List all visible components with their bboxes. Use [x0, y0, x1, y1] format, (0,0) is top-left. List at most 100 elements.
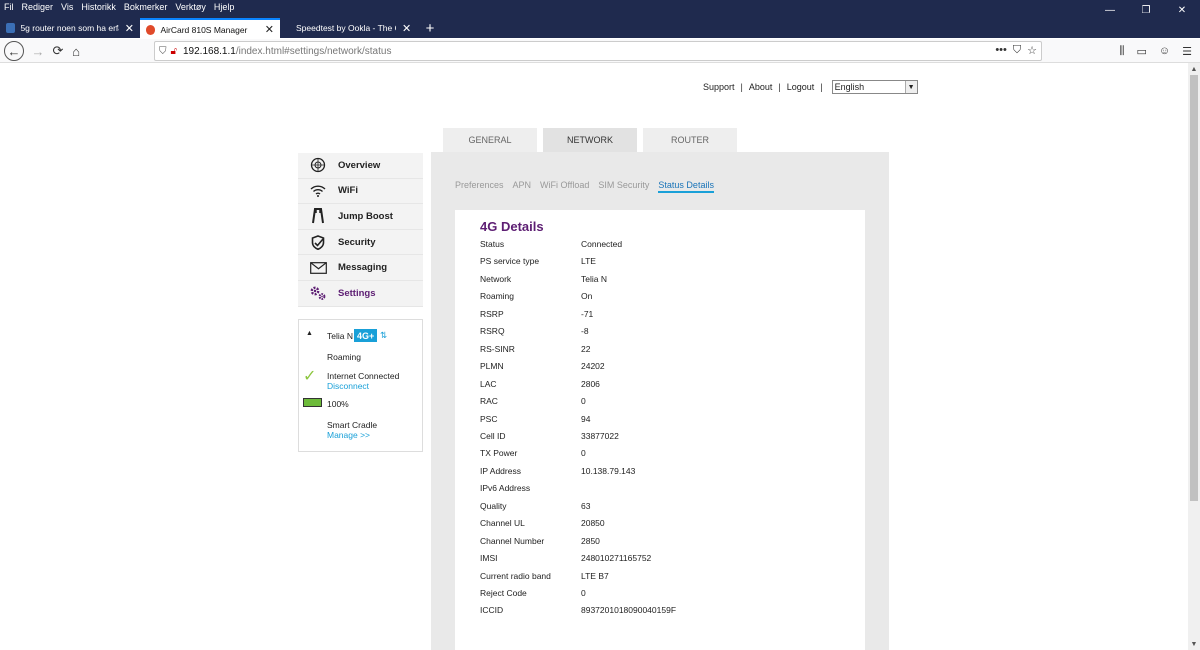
sidebar-toggle-icon[interactable]: ▭	[1136, 45, 1146, 58]
back-icon[interactable]: ←	[4, 41, 24, 61]
battery-level: 100%	[327, 399, 349, 409]
browser-tabs: 5g router noen som ha erfaring ✕ AirCard…	[0, 18, 440, 39]
table-row: Network Telia N	[480, 274, 607, 291]
gears-icon	[298, 285, 338, 301]
detail-key: Current radio band	[480, 570, 551, 581]
sidebar-item-messaging[interactable]: Messaging	[298, 255, 423, 281]
url-path: /index.html#settings/network/status	[235, 45, 392, 57]
menu-tools[interactable]: Verktøy	[175, 1, 206, 15]
restore-icon[interactable]: ❐	[1128, 0, 1164, 20]
tab-router[interactable]: ROUTER	[643, 128, 737, 152]
detail-value: 2806	[581, 378, 600, 389]
page-actions-icon[interactable]: •••	[995, 44, 1007, 57]
scroll-up-icon[interactable]: ▲	[1188, 63, 1200, 75]
page-scrollbar[interactable]: ▲ ▼	[1188, 63, 1200, 650]
new-tab-icon[interactable]: +	[420, 18, 440, 38]
sidebar-item-jump-boost[interactable]: Jump Boost	[298, 204, 423, 230]
detail-key: IP Address	[480, 465, 521, 476]
scroll-down-icon[interactable]: ▼	[1188, 638, 1200, 650]
sidebar-item-security[interactable]: Security	[298, 229, 423, 256]
sub-navigation: Preferences APN WiFi Offload SIM Securit…	[455, 180, 714, 193]
table-row: TX Power 0	[480, 448, 586, 465]
logout-link[interactable]: Logout	[787, 82, 815, 92]
detail-value: LTE	[581, 256, 596, 267]
subnav-preferences[interactable]: Preferences	[455, 180, 504, 193]
tab-label: Speedtest by Ookla - The Glob	[296, 23, 396, 33]
detail-key: RSRQ	[480, 326, 505, 337]
browser-tab-1[interactable]: 5g router noen som ha erfaring ✕	[0, 18, 140, 38]
menu-history[interactable]: Historikk	[81, 1, 116, 15]
menu-view[interactable]: Vis	[61, 1, 73, 15]
favicon-icon	[146, 24, 156, 35]
detail-key: PLMN	[480, 361, 504, 372]
close-window-icon[interactable]: ✕	[1164, 0, 1200, 20]
close-tab-icon[interactable]: ✕	[125, 22, 134, 35]
detail-key: Channel UL	[480, 518, 525, 529]
tab-label: 5g router noen som ha erfaring	[20, 23, 119, 33]
reload-icon[interactable]: ⟳	[48, 41, 68, 61]
tab-general[interactable]: GENERAL	[443, 128, 537, 152]
table-row: IP Address 10.138.79.143	[480, 466, 635, 483]
detail-value: 94	[581, 413, 591, 424]
detail-value: -8	[581, 326, 589, 337]
sidebar: Overview WiFi Jump Boost Security Messag…	[298, 153, 423, 307]
subnav-apn[interactable]: APN	[513, 180, 532, 193]
sidebar-item-settings[interactable]: Settings	[298, 280, 423, 307]
table-row: LAC 2806	[480, 379, 600, 396]
close-tab-icon[interactable]: ✕	[402, 22, 411, 35]
separator: |	[778, 82, 781, 92]
subnav-status-details[interactable]: Status Details	[658, 180, 714, 193]
window-controls: — ❐ ✕	[1092, 0, 1200, 20]
url-bar[interactable]: ⛉ 🔓︎ 192.168.1.1 /index.html#settings/ne…	[154, 41, 1042, 61]
browser-titlebar: Fil Rediger Vis Historikk Bokmerker Verk…	[0, 0, 1200, 39]
shield-icon[interactable]: ⛉	[159, 46, 167, 57]
language-value: English	[834, 82, 865, 92]
about-link[interactable]: About	[749, 82, 773, 92]
detail-value: 22	[581, 343, 591, 354]
scrollbar-thumb[interactable]	[1190, 75, 1198, 501]
disconnect-link[interactable]: Disconnect	[327, 381, 369, 391]
detail-key: RAC	[480, 396, 498, 407]
sidebar-item-overview[interactable]: Overview	[298, 153, 423, 179]
detail-key: RS-SINR	[480, 343, 515, 354]
browser-tab-3[interactable]: Speedtest by Ookla - The Glob ✕	[280, 18, 420, 38]
close-tab-icon[interactable]: ✕	[265, 23, 274, 36]
detail-value: 0	[581, 396, 586, 407]
detail-value: 2850	[581, 535, 600, 546]
sidebar-item-label: Jump Boost	[338, 210, 393, 222]
detail-key: IMSI	[480, 553, 498, 564]
sidebar-item-label: Overview	[338, 159, 381, 171]
network-name: Telia N	[327, 331, 353, 341]
menu-help[interactable]: Hjelp	[214, 1, 235, 15]
sidebar-item-wifi[interactable]: WiFi	[298, 178, 423, 205]
menu-edit[interactable]: Rediger	[22, 1, 54, 15]
account-icon[interactable]: ☺	[1159, 45, 1170, 57]
library-icon[interactable]: ⫼	[1119, 45, 1124, 58]
tab-label: AirCard 810S Manager	[160, 24, 248, 35]
url-actions: ••• ⛉ ☆	[995, 44, 1037, 57]
table-row: PSC 94	[480, 414, 590, 431]
menu-bookmarks[interactable]: Bokmerker	[124, 1, 168, 15]
subnav-sim-security[interactable]: SIM Security	[598, 180, 649, 193]
favicon-icon	[6, 23, 16, 33]
detail-value: 10.138.79.143	[581, 465, 636, 476]
menu-file[interactable]: Fil	[4, 1, 14, 15]
pocket-icon[interactable]: ⛉	[1013, 44, 1021, 57]
check-icon: ✓	[303, 368, 317, 385]
table-row: Status Connected	[480, 239, 622, 256]
minimize-icon[interactable]: —	[1092, 0, 1128, 20]
subnav-wifi-offload[interactable]: WiFi Offload	[540, 180, 589, 193]
forward-icon[interactable]: →	[28, 41, 48, 61]
home-icon[interactable]: ⌂	[66, 41, 86, 61]
bookmark-star-icon[interactable]: ☆	[1027, 44, 1037, 57]
insecure-lock-icon[interactable]: 🔓︎	[171, 46, 177, 57]
support-link[interactable]: Support	[703, 82, 735, 92]
manage-link[interactable]: Manage >>	[327, 430, 370, 440]
roaming-status: Roaming	[327, 352, 362, 362]
collapse-triangle-icon[interactable]: ▲	[306, 330, 313, 337]
detail-value: 33877022	[581, 430, 619, 441]
browser-tab-2[interactable]: AirCard 810S Manager ✕	[140, 18, 280, 39]
hamburger-menu-icon[interactable]: ☰	[1182, 45, 1192, 58]
language-select[interactable]: English ▼	[831, 80, 918, 94]
tab-network[interactable]: NETWORK	[543, 128, 637, 152]
